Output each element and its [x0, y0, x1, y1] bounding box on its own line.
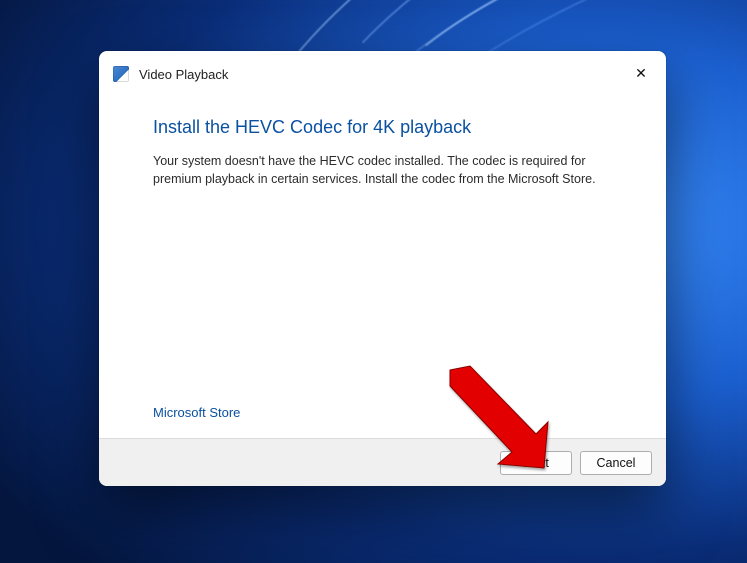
microsoft-store-link[interactable]: Microsoft Store	[153, 405, 240, 420]
app-icon	[113, 66, 129, 82]
dialog-heading: Install the HEVC Codec for 4K playback	[153, 117, 612, 138]
dialog-window: Video Playback ✕ Install the HEVC Codec …	[99, 51, 666, 486]
close-button[interactable]: ✕	[622, 57, 660, 89]
window-title: Video Playback	[139, 67, 228, 82]
title-bar[interactable]: Video Playback ✕	[99, 51, 666, 97]
dialog-footer: Next Cancel	[99, 438, 666, 486]
cancel-button[interactable]: Cancel	[580, 451, 652, 475]
dialog-content: Install the HEVC Codec for 4K playback Y…	[99, 97, 666, 438]
dialog-body-text: Your system doesn't have the HEVC codec …	[153, 152, 612, 188]
close-icon: ✕	[635, 66, 647, 80]
next-button[interactable]: Next	[500, 451, 572, 475]
